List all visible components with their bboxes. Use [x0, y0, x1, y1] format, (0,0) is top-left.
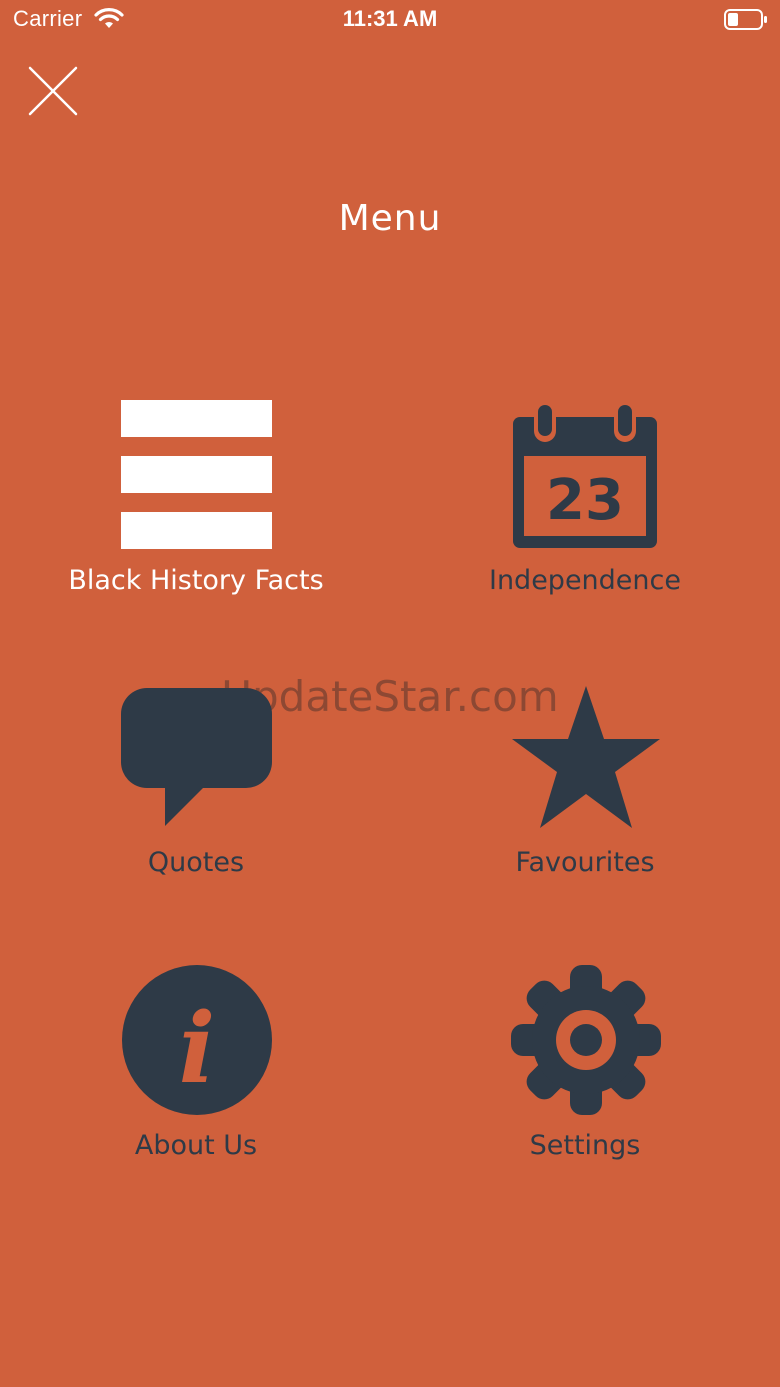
- battery-icon: [724, 9, 768, 36]
- menu-item-label: Independence: [488, 565, 681, 596]
- speech-bubble-icon: [36, 686, 356, 846]
- status-time: 11:31 AM: [342, 6, 438, 31]
- menu-item-settings[interactable]: Settings: [425, 964, 745, 1184]
- calendar-icon: 23: [425, 398, 745, 558]
- page-title: Menu: [338, 198, 442, 239]
- gear-icon: [425, 964, 745, 1124]
- menu-item-label: About Us: [134, 1130, 258, 1161]
- menu-item-label: Black History Facts: [68, 565, 324, 596]
- menu-item-black-history-facts[interactable]: Black History Facts: [36, 398, 356, 618]
- close-icon: [28, 66, 78, 116]
- calendar-day: 23: [546, 468, 624, 533]
- menu-item-label: Quotes: [147, 847, 245, 878]
- svg-text:i: i: [179, 992, 215, 1105]
- menu-item-quotes[interactable]: Quotes: [36, 686, 356, 906]
- list-icon: [36, 398, 356, 558]
- menu-item-label: Favourites: [515, 847, 655, 878]
- menu-item-favourites[interactable]: Favourites: [425, 686, 745, 906]
- info-icon: i: [36, 964, 356, 1124]
- status-bar: Carrier 11:31 AM: [0, 0, 780, 40]
- menu-item-independence[interactable]: 23 Independence: [425, 398, 745, 618]
- close-button[interactable]: [26, 64, 80, 118]
- menu-item-label: Settings: [529, 1130, 641, 1161]
- star-icon: [425, 686, 745, 846]
- menu-item-about-us[interactable]: i About Us: [36, 964, 356, 1184]
